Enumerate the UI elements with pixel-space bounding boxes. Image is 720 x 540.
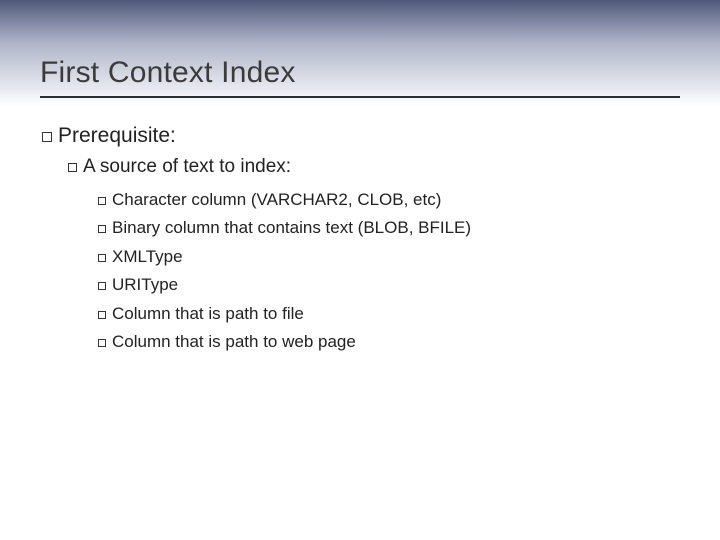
- square-bullet-icon: [98, 254, 106, 262]
- bullet-level1: Prerequisite:: [42, 122, 680, 150]
- square-bullet-icon: [98, 197, 106, 205]
- bullet-level3: Character column (VARCHAR2, CLOB, etc): [98, 187, 680, 213]
- bullet-text: XMLType: [112, 247, 183, 266]
- slide: First Context Index Prerequisite: A sour…: [0, 0, 720, 540]
- square-bullet-icon: [68, 163, 77, 172]
- slide-title: First Context Index: [40, 56, 680, 98]
- square-bullet-icon: [98, 311, 106, 319]
- square-bullet-icon: [98, 225, 106, 233]
- bullet-text: URIType: [112, 275, 178, 294]
- square-bullet-icon: [42, 132, 52, 142]
- square-bullet-icon: [98, 282, 106, 290]
- slide-body: Prerequisite: A source of text to index:…: [42, 122, 680, 358]
- bullet-level3: Column that is path to web page: [98, 329, 680, 355]
- bullet-text: Column that is path to file: [112, 304, 304, 323]
- bullet-text: A source of text to index:: [83, 156, 291, 177]
- bullet-text: Column that is path to web page: [112, 332, 356, 351]
- bullet-level2: A source of text to index:: [68, 154, 680, 181]
- bullet-text: Character column (VARCHAR2, CLOB, etc): [112, 190, 441, 209]
- bullet-text: Prerequisite:: [58, 124, 176, 147]
- bullet-text: Binary column that contains text (BLOB, …: [112, 218, 471, 237]
- square-bullet-icon: [98, 339, 106, 347]
- bullet-level3: URIType: [98, 272, 680, 298]
- bullet-level3: XMLType: [98, 244, 680, 270]
- bullet-level3: Column that is path to file: [98, 301, 680, 327]
- bullet-level3: Binary column that contains text (BLOB, …: [98, 215, 680, 241]
